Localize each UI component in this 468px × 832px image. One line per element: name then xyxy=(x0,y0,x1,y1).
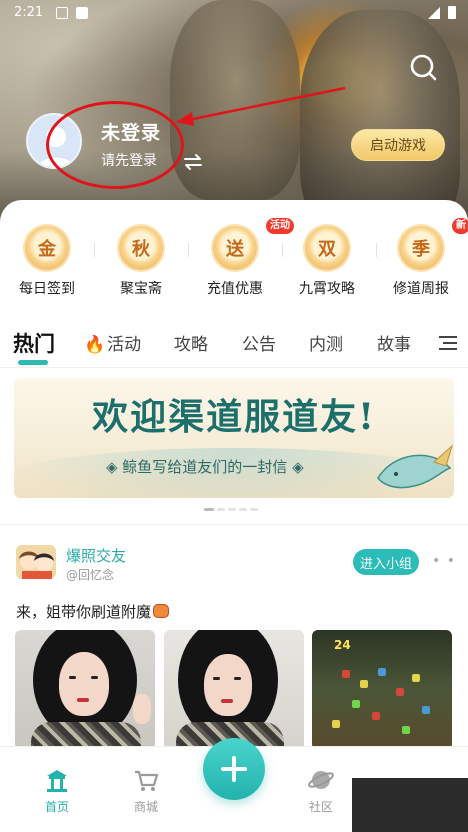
active-tab-indicator xyxy=(18,360,48,365)
tab-activity[interactable]: 🔥 活动 xyxy=(84,330,141,355)
shortcut-guide[interactable]: 双 九霄攻略 xyxy=(280,226,374,306)
nav-community[interactable]: 社区 xyxy=(291,766,351,815)
shortcut-label: 修道周报 xyxy=(393,281,449,297)
pagination-dot xyxy=(239,508,247,511)
tab-beta[interactable]: 内测 xyxy=(309,330,343,355)
signal-icon xyxy=(428,6,440,19)
notification-icon xyxy=(56,7,68,19)
season-medal-icon: 季 新 xyxy=(399,218,468,270)
post-game-screenshot[interactable]: 24 xyxy=(312,630,452,750)
pagination-dot xyxy=(250,508,258,511)
nav-shop-label: 商城 xyxy=(133,800,158,814)
double-medal-icon: 双 xyxy=(305,226,349,270)
section-divider xyxy=(0,524,468,525)
autumn-medal-icon: 秋 xyxy=(119,226,163,270)
join-group-button[interactable]: 进入小组 xyxy=(353,549,419,575)
shortcut-label: 九霄攻略 xyxy=(299,281,355,297)
gold-medal-icon: 金 xyxy=(25,226,69,270)
status-right xyxy=(428,6,456,19)
game-overlay-number: 24 xyxy=(334,638,351,652)
status-bar: 2:21 xyxy=(0,0,468,26)
cart-icon xyxy=(135,770,159,791)
pagination-dot xyxy=(217,508,225,511)
status-time: 2:21 xyxy=(14,5,44,20)
pagination-dot xyxy=(228,508,236,511)
promo-banner[interactable]: 欢迎渠道服道友! ◈ 鲸鱼写给道友们的一封信 ◈ xyxy=(14,378,454,498)
tab-activity-label: 活动 xyxy=(107,335,142,355)
shortcut-label: 聚宝斋 xyxy=(120,281,162,297)
tab-notices[interactable]: 公告 xyxy=(242,330,276,355)
group-name[interactable]: 爆照交友 xyxy=(66,545,126,566)
fire-icon: 🔥 xyxy=(84,335,106,355)
tab-guides[interactable]: 攻略 xyxy=(174,330,208,355)
menu-icon[interactable] xyxy=(438,335,458,351)
new-badge: 新 xyxy=(452,218,468,234)
category-tabs: 热门 🔥 活动 攻略 公告 内测 故事 xyxy=(0,318,468,368)
shortcut-recharge[interactable]: 送 活动 充值优惠 xyxy=(188,218,294,306)
pagination-dot xyxy=(204,508,214,511)
more-options-icon[interactable]: • • xyxy=(432,553,456,569)
post-text[interactable]: 来，姐带你刷道附魔 xyxy=(16,601,170,622)
overlay-block xyxy=(352,778,468,832)
start-game-button[interactable]: 启动游戏 xyxy=(351,129,445,161)
nav-community-label: 社区 xyxy=(308,800,333,814)
nav-home[interactable]: 首页 xyxy=(27,766,87,815)
switch-account-icon[interactable] xyxy=(182,152,204,172)
battery-icon xyxy=(448,6,456,19)
post-author-handle[interactable]: @回忆念 xyxy=(66,566,114,583)
search-icon[interactable] xyxy=(406,50,440,84)
emoji-icon xyxy=(153,604,170,618)
notification-icon-2 xyxy=(76,7,88,19)
group-avatar[interactable] xyxy=(16,545,56,579)
tab-stories[interactable]: 故事 xyxy=(377,330,411,355)
plus-icon xyxy=(221,756,247,782)
banner-title: 欢迎渠道服道友! xyxy=(92,396,376,438)
shortcut-treasure[interactable]: 秋 聚宝斋 xyxy=(94,226,188,306)
planet-icon xyxy=(308,771,334,789)
tab-hot[interactable]: 热门 xyxy=(13,328,55,358)
gift-medal-icon: 送 活动 xyxy=(213,218,294,270)
shortcut-label: 每日签到 xyxy=(19,281,75,297)
shortcut-daily-checkin[interactable]: 金 每日签到 xyxy=(0,226,94,306)
post-photo[interactable] xyxy=(15,630,155,750)
shortcut-weekly[interactable]: 季 新 修道周报 xyxy=(374,218,468,306)
avatar[interactable] xyxy=(26,113,82,169)
login-subtitle[interactable]: 请先登录 xyxy=(101,150,157,170)
login-title[interactable]: 未登录 xyxy=(101,118,161,145)
post-text-content: 来，姐带你刷道附魔 xyxy=(16,603,152,621)
post-photo[interactable] xyxy=(164,630,304,750)
temple-icon xyxy=(47,770,67,792)
shortcut-label: 充值优惠 xyxy=(207,281,263,297)
banner-pagination xyxy=(204,508,258,511)
whale-icon xyxy=(377,444,453,489)
banner-subtitle: ◈ 鲸鱼写给道友们的一封信 ◈ xyxy=(106,458,304,476)
nav-shop[interactable]: 商城 xyxy=(116,766,176,815)
create-post-button[interactable] xyxy=(203,738,265,800)
nav-home-label: 首页 xyxy=(44,800,69,814)
